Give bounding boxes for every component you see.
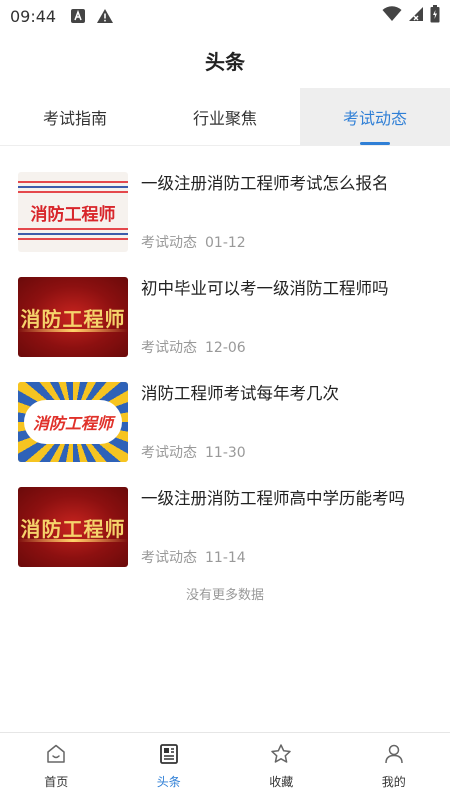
article-thumbnail: 消防工程师	[18, 172, 128, 252]
article-category: 考试动态	[141, 235, 197, 251]
tab-exam-guide[interactable]: 考试指南	[0, 88, 150, 145]
wifi-icon	[382, 6, 402, 26]
battery-icon	[430, 5, 440, 27]
article-meta: 考试动态 01-12	[141, 232, 246, 252]
tab-label: 行业聚焦	[192, 108, 257, 128]
tab-bar: 考试指南 行业聚焦 考试动态	[0, 88, 450, 146]
article-category: 考试动态	[141, 445, 197, 461]
warning-icon	[96, 8, 114, 24]
tab-exam-news[interactable]: 考试动态	[299, 88, 450, 145]
article-date: 12-06	[205, 340, 246, 356]
status-time: 09:44	[10, 6, 57, 26]
tab-label: 考试动态	[342, 108, 407, 128]
bottom-nav: 首页 头条 收藏 我的	[0, 732, 450, 800]
article-item[interactable]: 消防工程师 一级注册消防工程师高中学历能考吗 考试动态 11-14	[0, 475, 450, 580]
article-thumbnail: 消防工程师	[18, 277, 128, 357]
article-title: 消防工程师考试每年考几次	[141, 384, 339, 403]
article-title: 一级注册消防工程师考试怎么报名	[141, 174, 389, 193]
tab-industry-focus[interactable]: 行业聚焦	[150, 88, 300, 145]
star-icon	[270, 743, 292, 769]
app-header: 头条	[0, 32, 450, 88]
article-title: 一级注册消防工程师高中学历能考吗	[141, 489, 405, 508]
status-bar: 09:44	[0, 0, 450, 32]
article-item[interactable]: 消防工程师 初中毕业可以考一级消防工程师吗 考试动态 12-06	[0, 265, 450, 370]
nav-favorites[interactable]: 收藏	[225, 733, 338, 800]
nav-label: 我的	[381, 775, 406, 789]
article-meta: 考试动态 11-30	[141, 442, 246, 462]
tab-label: 考试指南	[42, 108, 107, 128]
notification-a-icon	[70, 8, 86, 24]
nav-news[interactable]: 头条	[113, 733, 226, 800]
article-thumbnail: 消防工程师	[18, 382, 128, 462]
article-category: 考试动态	[141, 340, 197, 356]
news-icon	[158, 743, 180, 769]
article-title: 初中毕业可以考一级消防工程师吗	[141, 279, 389, 298]
article-date: 11-30	[205, 445, 246, 461]
nav-label: 头条	[156, 775, 181, 789]
active-tab-indicator	[359, 142, 390, 145]
article-item[interactable]: 消防工程师 一级注册消防工程师考试怎么报名 考试动态 01-12	[0, 160, 450, 265]
list-end-message: 没有更多数据	[185, 588, 264, 603]
thumbnail-logo-text: 消防工程师	[32, 414, 113, 433]
article-date: 11-14	[205, 550, 246, 566]
home-icon	[45, 743, 67, 769]
thumbnail-logo-text: 消防工程师	[20, 516, 126, 541]
page-title: 头条	[205, 49, 245, 74]
article-category: 考试动态	[141, 550, 197, 566]
user-icon	[383, 743, 405, 769]
article-meta: 考试动态 12-06	[141, 337, 246, 357]
article-thumbnail: 消防工程师	[18, 487, 128, 567]
article-list: 消防工程师 一级注册消防工程师考试怎么报名 考试动态 01-12 消防工程师 初中…	[0, 160, 450, 580]
thumbnail-logo-text: 消防工程师	[20, 306, 126, 331]
article-date: 01-12	[205, 235, 246, 251]
nav-label: 首页	[44, 775, 69, 789]
article-meta: 考试动态 11-14	[141, 547, 246, 567]
thumbnail-logo-text: 消防工程师	[30, 204, 116, 225]
nav-home[interactable]: 首页	[0, 733, 113, 800]
article-item[interactable]: 消防工程师 消防工程师考试每年考几次 考试动态 11-30	[0, 370, 450, 475]
nav-label: 收藏	[269, 775, 294, 789]
signal-icon	[408, 6, 424, 26]
nav-profile[interactable]: 我的	[338, 733, 450, 800]
